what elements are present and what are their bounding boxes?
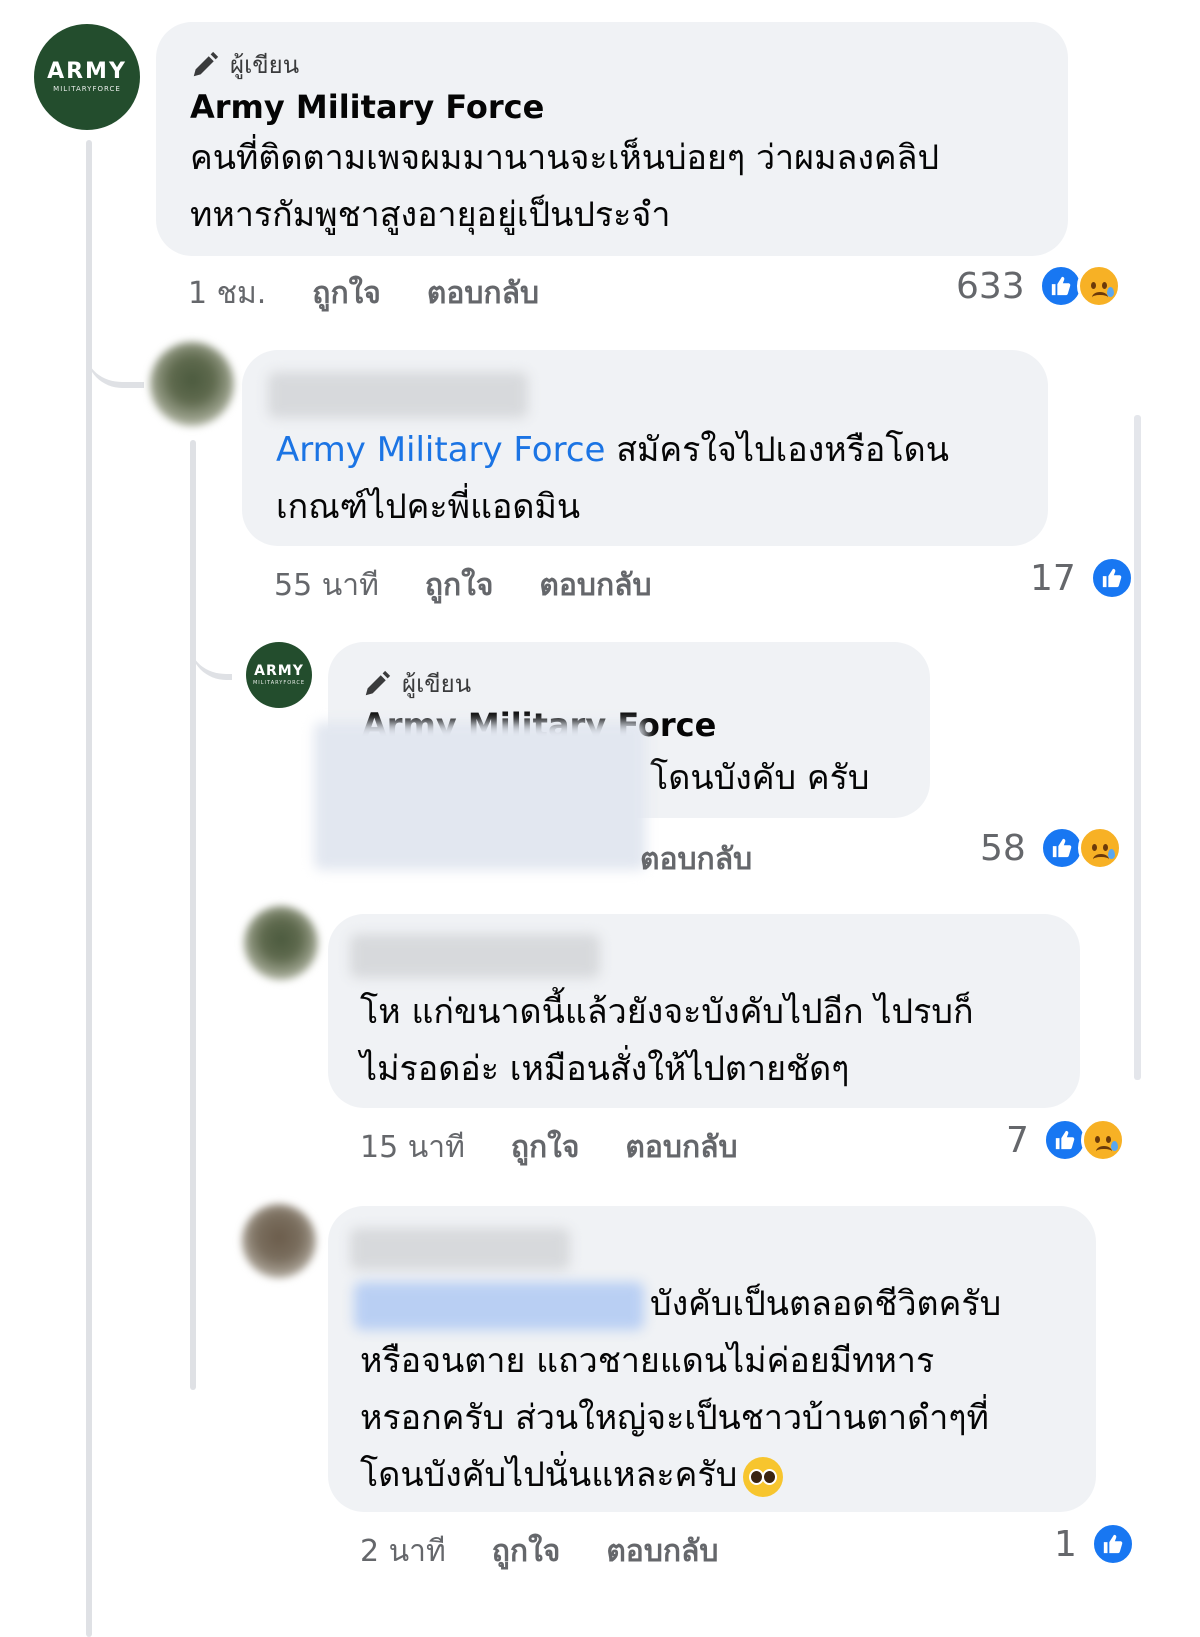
reaction-summary[interactable]: 17 (1030, 556, 1134, 600)
like-button[interactable]: ถูกใจ (511, 1124, 580, 1171)
comment-time[interactable]: 15 นาที (360, 1124, 465, 1171)
army-logo-text: ARMY (254, 663, 304, 679)
comment-line: เกณฑ์ไปคะพี่แอดมิน (276, 487, 581, 527)
commenter-name-blurred[interactable] (350, 934, 600, 978)
sad-icon (1076, 264, 1121, 308)
avatar[interactable] (242, 1204, 316, 1278)
reaction-summary[interactable]: 1 (1054, 1522, 1135, 1566)
commenter-name-blurred[interactable] (268, 372, 528, 418)
comment-line: หรอกครับ ส่วนใหญ่จะเป็นชาวบ้านตาดำๆที่ (360, 1398, 989, 1438)
comment-text: บังคับเป็นตลอดชีวิตครับ หรือจนตาย แถวชาย… (360, 1276, 1001, 1504)
comment-meta: 1 ชม. ถูกใจ ตอบกลับ (188, 270, 539, 317)
reaction-count: 58 (980, 827, 1026, 869)
comment-line: สมัครใจไปเองหรือโดน (605, 430, 949, 470)
like-icon (1089, 556, 1134, 600)
comment-text: โห แก่ขนาดนี้แล้วยังจะบังคับไปอีก ไปรบก็… (360, 984, 974, 1098)
reaction-summary[interactable]: 7 (1006, 1118, 1125, 1162)
pencil-icon (365, 670, 391, 695)
author-badge-label: ผู้เขียน (230, 51, 300, 79)
comment-meta: 55 นาที ถูกใจ ตอบกลับ (274, 562, 652, 609)
pleading-face-emoji (743, 1456, 784, 1497)
comment-meta: ตอบกลับ (640, 836, 752, 883)
avatar[interactable] (244, 906, 318, 980)
comment-line: บังคับเป็นตลอดชีวิตครับ (650, 1284, 1002, 1324)
author-badge-label: ผู้เขียน (402, 670, 472, 698)
comment-time[interactable]: 2 นาที (360, 1528, 446, 1575)
commenter-name[interactable]: Army Military Force (190, 88, 544, 126)
comment-text: Army Military Force สมัครใจไปเองหรือโดน … (276, 422, 949, 536)
comment-line: โดนบังคับไปนั่นแหละครับ (360, 1455, 738, 1495)
like-button[interactable]: ถูกใจ (492, 1528, 561, 1575)
comment-time[interactable]: 55 นาที (274, 562, 379, 609)
reply-button[interactable]: ตอบกลับ (606, 1528, 718, 1575)
comment-line: คนที่ติดตามเพจผมมานานจะเห็นบ่อยๆ ว่าผมลง… (190, 138, 940, 178)
thread-connector (86, 300, 144, 388)
sad-icon (1077, 826, 1122, 870)
reaction-count: 633 (956, 265, 1025, 307)
comment-line: ทหารกัมพูชาสูงอายุอยู่เป็นประจำ (190, 195, 671, 235)
reaction-count: 17 (1030, 557, 1076, 599)
reaction-summary[interactable]: 58 (980, 826, 1122, 870)
commenter-name-blurred[interactable] (350, 1228, 570, 1270)
reply-button[interactable]: ตอบกลับ (640, 836, 752, 883)
comment-text: คนที่ติดตามเพจผมมานานจะเห็นบ่อยๆ ว่าผมลง… (190, 130, 939, 244)
like-button[interactable]: ถูกใจ (425, 562, 494, 609)
mention-link[interactable]: Army Military Force (276, 430, 605, 470)
author-badge: ผู้เขียน (190, 45, 299, 84)
like-button[interactable]: ถูกใจ (312, 270, 381, 317)
reaction-count: 1 (1054, 1523, 1077, 1565)
reply-button[interactable]: ตอบกลับ (539, 562, 651, 609)
comment-line: หรือจนตาย แถวชายแดนไม่ค่อยมีทหาร (360, 1341, 935, 1381)
reaction-count: 7 (1006, 1119, 1029, 1161)
like-icon (1090, 1522, 1135, 1566)
avatar[interactable] (150, 342, 234, 426)
scrollbar[interactable] (1134, 415, 1141, 1080)
comment-line: ไม่รอดอ่ะ เหมือนสั่งให้ไปตายชัดๆ (360, 1049, 850, 1089)
army-logo-subtext: MILITARYFORCE (252, 680, 306, 686)
avatar[interactable]: ARMY MILITARYFORCE (34, 24, 140, 130)
comment-text: โดนบังคับ ครับ (650, 758, 870, 798)
comment-meta: 15 นาที ถูกใจ ตอบกลับ (360, 1124, 738, 1171)
author-badge: ผู้เขียน (362, 664, 471, 703)
reply-button[interactable]: ตอบกลับ (427, 270, 539, 317)
pencil-icon (193, 51, 219, 76)
army-logo-text: ARMY (47, 59, 127, 84)
reply-button[interactable]: ตอบกลับ (625, 1124, 737, 1171)
thread-connector (190, 610, 232, 680)
sad-icon (1080, 1118, 1125, 1162)
comment-line: โห แก่ขนาดนี้แล้วยังจะบังคับไปอีก ไปรบก็ (360, 992, 974, 1032)
comment-time[interactable]: 1 ชม. (188, 270, 266, 317)
reaction-summary[interactable]: 633 (956, 264, 1121, 308)
blurred-region (314, 722, 646, 870)
army-logo-subtext: MILITARYFORCE (53, 85, 121, 93)
comment-meta: 2 นาที ถูกใจ ตอบกลับ (360, 1528, 718, 1575)
avatar[interactable]: ARMY MILITARYFORCE (246, 642, 312, 708)
thread-line-replies (190, 440, 196, 1390)
